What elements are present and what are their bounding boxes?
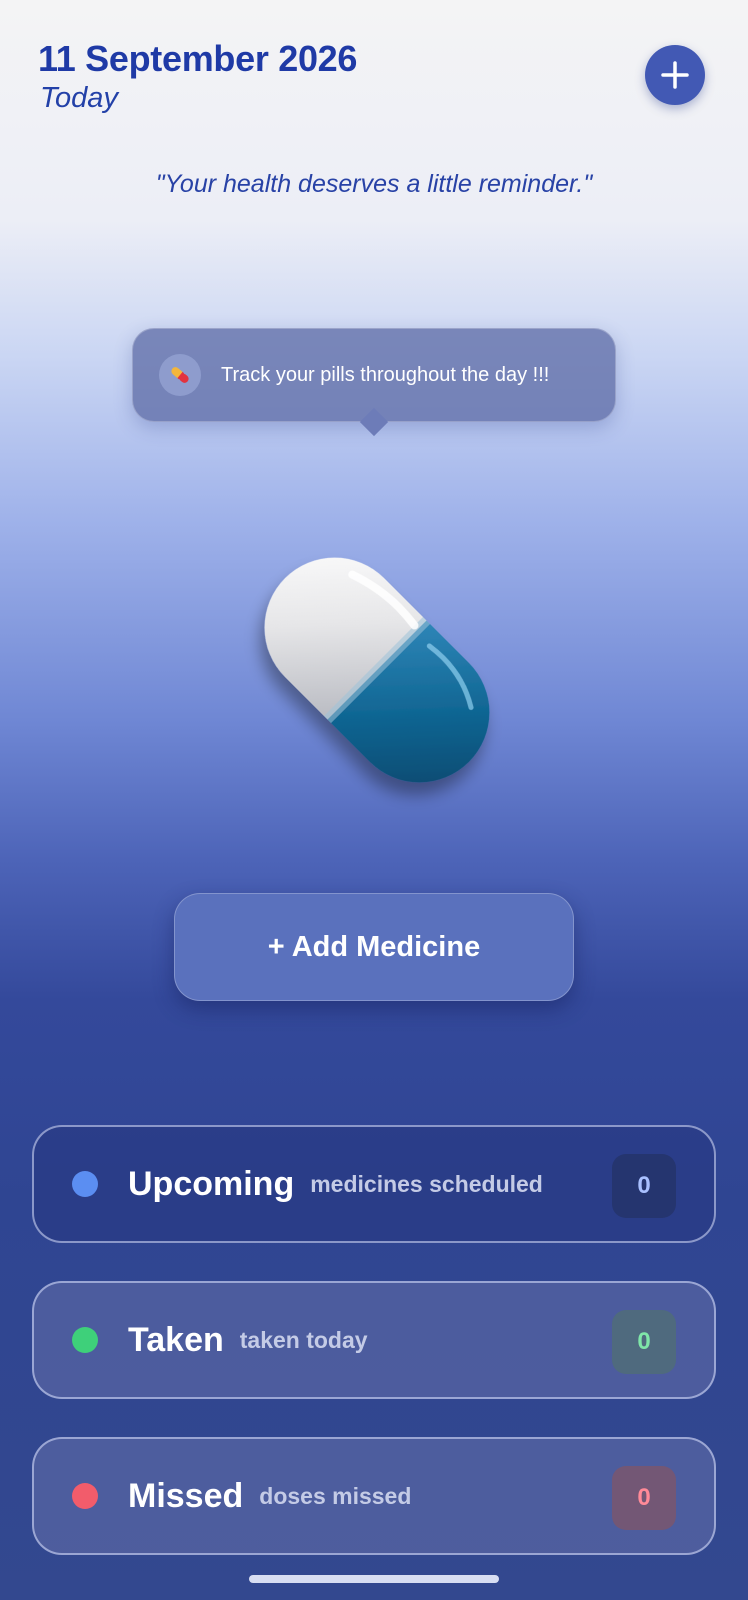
pill-icon (159, 354, 201, 396)
upcoming-subtitle: medicines scheduled (310, 1170, 543, 1197)
tooltip-text: Track your pills throughout the day !!! (221, 363, 550, 386)
header-day-label: Today (40, 82, 118, 114)
taken-subtitle: taken today (239, 1326, 368, 1353)
taken-status-dot (72, 1327, 98, 1353)
missed-count: 0 (612, 1466, 676, 1530)
missed-title: Missed (128, 1476, 244, 1515)
missed-card[interactable]: Missed doses missed 0 (32, 1437, 716, 1555)
missed-subtitle: doses missed (259, 1482, 412, 1509)
upcoming-status-dot (72, 1171, 98, 1197)
header-date: 11 September 2026 (38, 38, 358, 79)
motivational-quote: "Your health deserves a little reminder.… (155, 170, 593, 198)
taken-count: 0 (612, 1310, 676, 1374)
taken-title: Taken (128, 1320, 224, 1359)
upcoming-card[interactable]: Upcoming medicines scheduled 0 (32, 1125, 716, 1243)
missed-status-dot (72, 1483, 98, 1509)
taken-card[interactable]: Taken taken today 0 (32, 1281, 716, 1399)
upcoming-title: Upcoming (128, 1164, 295, 1203)
plus-icon (661, 61, 689, 89)
add-button[interactable] (645, 45, 705, 105)
add-medicine-button[interactable]: + Add Medicine (174, 893, 574, 1001)
upcoming-count: 0 (612, 1154, 676, 1218)
home-indicator[interactable] (249, 1575, 499, 1583)
capsule-icon (264, 557, 490, 783)
